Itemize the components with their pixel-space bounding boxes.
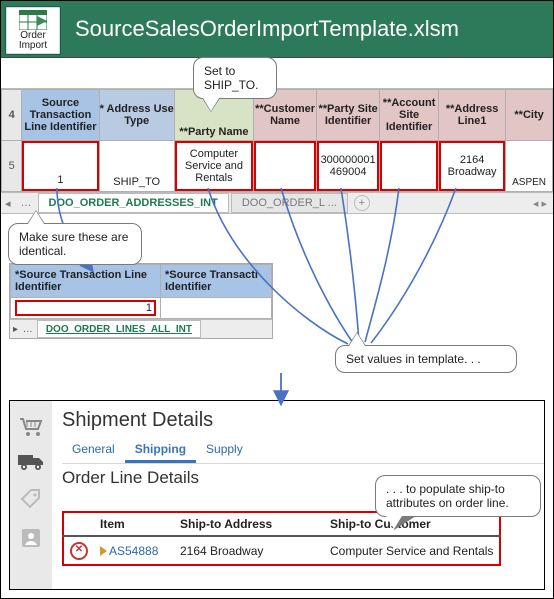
spreadsheet-lines: *Source Transaction Line Identifier *Sou… bbox=[9, 263, 273, 339]
cell-address-use-type[interactable]: SHIP_TO bbox=[99, 141, 174, 192]
row-header-4: 4 bbox=[2, 90, 22, 141]
col-header-address-use-type: * Address Use Type bbox=[99, 90, 174, 141]
col-header-address-line1: **Address Line1 bbox=[439, 90, 506, 141]
callout-set-values: Set values in template. . . bbox=[335, 345, 517, 373]
sheet2-tabbar: ▸ … DOO_ORDER_LINES_ALL_INT bbox=[10, 319, 272, 338]
cell-city[interactable]: ASPEN bbox=[506, 141, 553, 192]
cell-account-site-id[interactable] bbox=[380, 141, 439, 192]
tab-shipping[interactable]: Shipping bbox=[125, 438, 196, 463]
callout-identical: Make sure these are identical. bbox=[8, 223, 142, 265]
col-header-party-site-id: **Party Site Identifier bbox=[317, 90, 380, 141]
tab-supply[interactable]: Supply bbox=[196, 438, 253, 463]
col-item: Item bbox=[94, 512, 174, 536]
cell-customer-name-value bbox=[254, 141, 316, 191]
tabbar-nav-left-icon[interactable]: ◂ bbox=[5, 197, 13, 210]
callout-populate-text: . . . to populate ship-to attributes on … bbox=[386, 482, 509, 510]
callout-set-values-text: Set values in template. . . bbox=[346, 352, 481, 366]
table-import-icon bbox=[19, 10, 47, 30]
cell-source-line-id-2-value: 1 bbox=[15, 300, 156, 316]
callout-ship-to: Set to SHIP_TO. bbox=[193, 57, 277, 99]
appbar: Order Import SourceSalesOrderImportTempl… bbox=[1, 1, 553, 58]
tab-doo-order-lines-all[interactable]: DOO_ORDER_LINES_ALL_INT bbox=[37, 320, 201, 338]
cell-ship-to-address: 2164 Broadway bbox=[174, 536, 324, 565]
cell-customer-name[interactable] bbox=[254, 141, 317, 192]
tool-label-line2: Import bbox=[19, 41, 47, 51]
cell-party-site-id[interactable]: 300000001469004 bbox=[317, 141, 380, 192]
col-header-account-site-id: **Account Site Identifier bbox=[380, 90, 439, 141]
item-marker-icon bbox=[100, 546, 107, 556]
cell-account-site-id-value bbox=[380, 141, 438, 191]
sheet1-tabbar: ◂ … DOO_ORDER_ADDRESSES_INT DOO_ORDER_L … bbox=[1, 192, 553, 214]
tab-add-button[interactable]: + bbox=[354, 195, 370, 211]
cart-icon[interactable] bbox=[18, 417, 44, 437]
cell-source-line-id-2[interactable]: 1 bbox=[11, 298, 161, 319]
tabbar-nav-ellipsis-icon[interactable]: … bbox=[21, 197, 34, 209]
cell-source-line-id[interactable]: 1 bbox=[22, 141, 99, 192]
tag-icon[interactable] bbox=[19, 487, 43, 511]
delete-row-icon[interactable]: ✕ bbox=[70, 542, 88, 560]
col-header-source-trans-id: *Source Transacti Identifier bbox=[161, 265, 272, 298]
person-card-icon[interactable] bbox=[20, 527, 42, 549]
callout-tail-icon bbox=[27, 210, 45, 224]
item-link[interactable]: AS54888 bbox=[109, 544, 158, 558]
cell-source-trans-id[interactable] bbox=[161, 298, 272, 319]
lines-table: *Source Transaction Line Identifier *Sou… bbox=[10, 264, 272, 319]
window-title: SourceSalesOrderImportTemplate.xlsm bbox=[75, 16, 553, 42]
cell-address-line1[interactable]: 2164 Broadway bbox=[439, 141, 506, 192]
cell-ship-to-customer: Computer Service and Rentals bbox=[324, 536, 500, 565]
tab-doo-order-lines-all-label: DOO_ORDER_LINES_ALL_INT bbox=[46, 324, 192, 335]
cell-source-line-id-value: 1 bbox=[22, 141, 98, 191]
tab-general[interactable]: General bbox=[62, 438, 125, 463]
callout-identical-text: Make sure these are identical. bbox=[19, 230, 128, 258]
callout-tail-icon bbox=[394, 516, 416, 530]
order-line-table: Item Ship-to Address Ship-to Customer ✕ … bbox=[62, 511, 501, 566]
callout-tail-icon bbox=[348, 332, 366, 346]
callout-ship-to-text: Set to SHIP_TO. bbox=[204, 64, 258, 92]
panel-heading: Shipment Details bbox=[62, 409, 544, 432]
cell-party-name[interactable]: Computer Service and Rentals bbox=[174, 141, 253, 192]
truck-icon[interactable] bbox=[17, 453, 45, 471]
cell-address-line1-value: 2164 Broadway bbox=[439, 141, 505, 191]
order-line-row: ✕ AS54888 2164 Broadway Computer Service… bbox=[63, 536, 500, 565]
callout-tail-icon bbox=[202, 98, 220, 112]
addresses-data-row: 5 1 SHIP_TO Computer Service and Rentals… bbox=[2, 141, 553, 192]
lines-data-row: 1 bbox=[11, 298, 272, 319]
spreadsheet-addresses: 4 Source Transaction Line Identifier * A… bbox=[1, 88, 553, 214]
tab-doo-order-addresses[interactable]: DOO_ORDER_ADDRESSES_INT bbox=[38, 193, 229, 213]
col-header-source-line-id: Source Transaction Line Identifier bbox=[22, 90, 99, 141]
tabbar2-nav-icon[interactable]: ▸ … bbox=[13, 324, 34, 335]
col-header-city: **City bbox=[506, 90, 553, 141]
col-header-source-line-id-2: *Source Transaction Line Identifier bbox=[11, 265, 161, 298]
cell-item[interactable]: AS54888 bbox=[94, 536, 174, 565]
cell-party-name-value: Computer Service and Rentals bbox=[175, 141, 253, 191]
panel-sidebar bbox=[10, 401, 53, 589]
row-header-5: 5 bbox=[2, 141, 22, 192]
tab-doo-order-lines[interactable]: DOO_ORDER_L ... bbox=[231, 193, 348, 213]
page: Order Import SourceSalesOrderImportTempl… bbox=[0, 0, 554, 599]
callout-populate: . . . to populate ship-to attributes on … bbox=[375, 475, 541, 517]
addresses-table: 4 Source Transaction Line Identifier * A… bbox=[1, 89, 553, 192]
col-ship-to-address: Ship-to Address bbox=[174, 512, 324, 536]
panel-tabs: General Shipping Supply bbox=[62, 438, 544, 464]
cell-party-site-id-value: 300000001469004 bbox=[317, 141, 379, 191]
tabbar-hscroll[interactable]: ◂ ▸ bbox=[533, 197, 547, 210]
order-import-button[interactable]: Order Import bbox=[5, 6, 61, 55]
